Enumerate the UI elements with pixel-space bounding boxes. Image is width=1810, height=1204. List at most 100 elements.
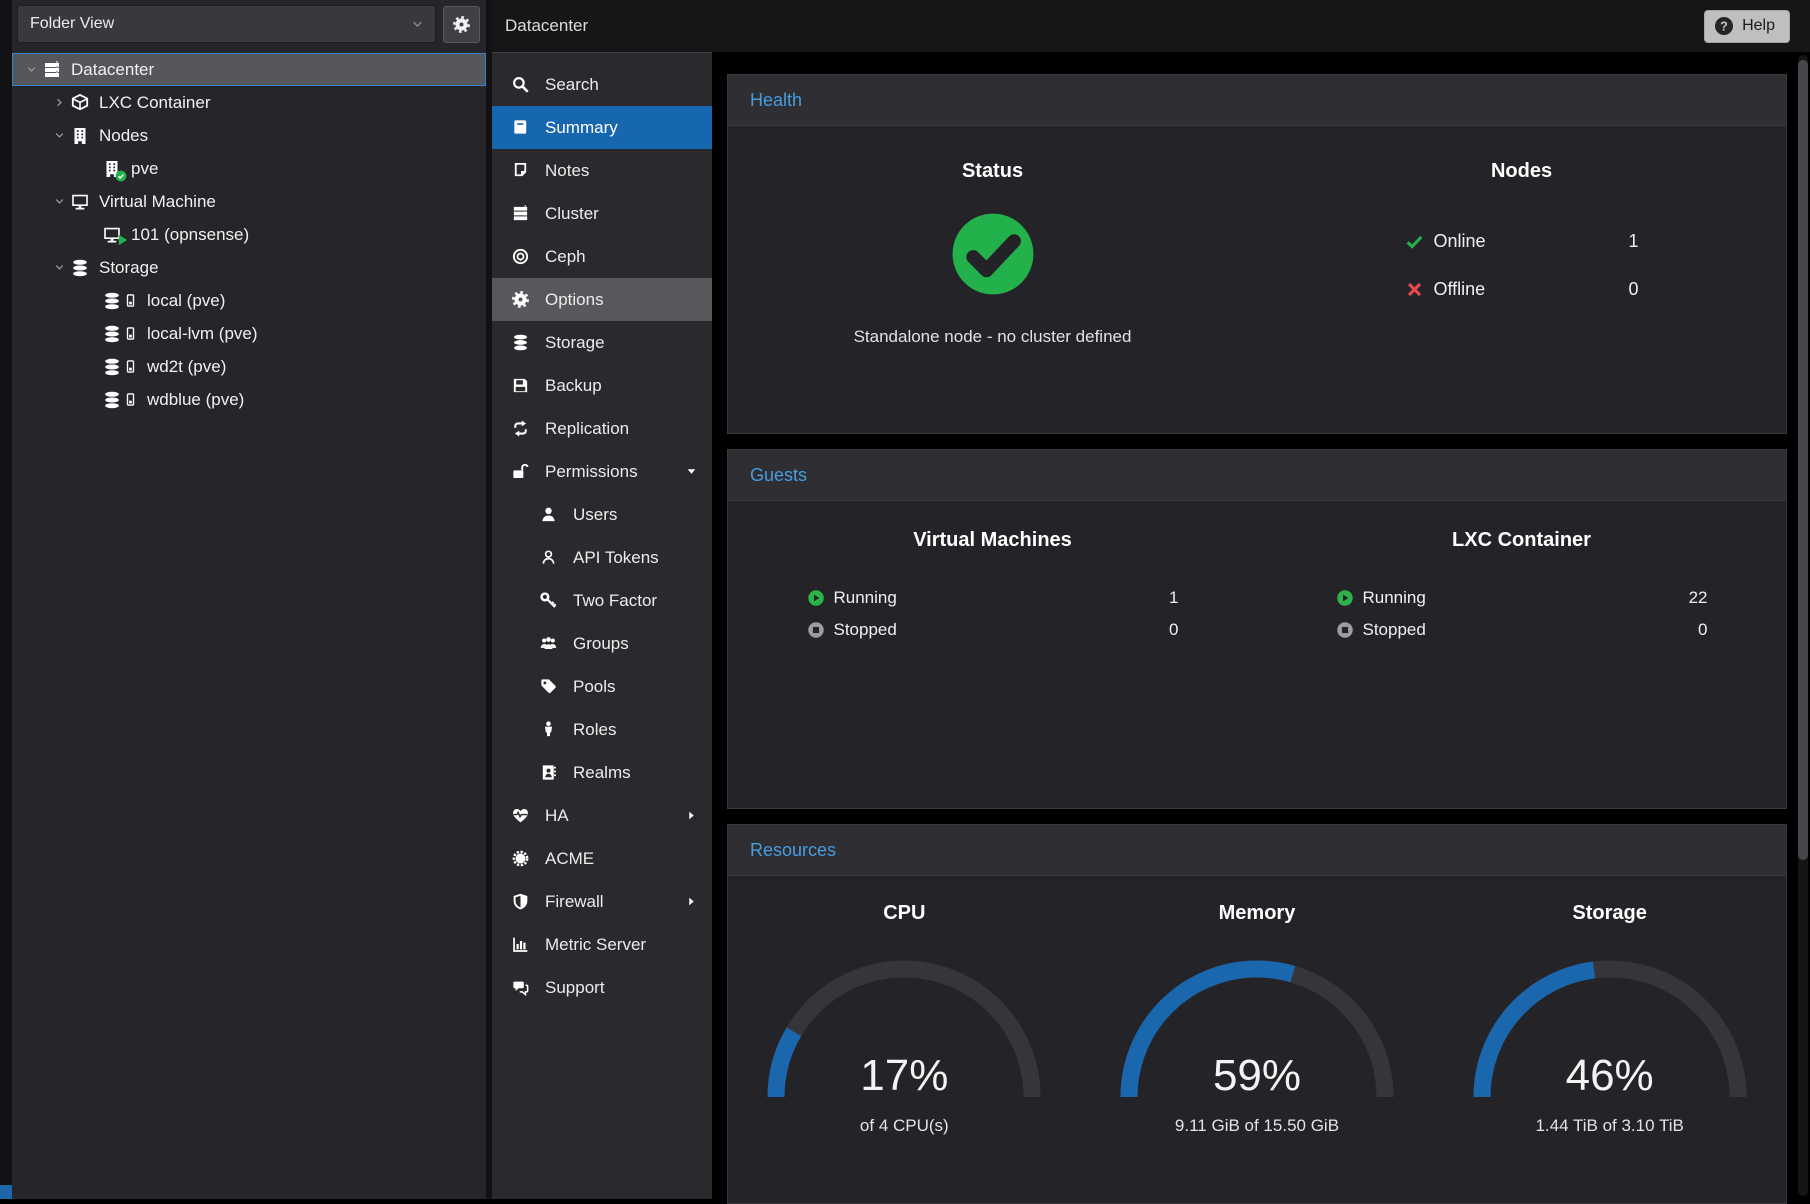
nav-item-groups[interactable]: Groups <box>492 622 712 665</box>
nav-item-users[interactable]: Users <box>492 493 712 536</box>
health-panel-title: Health <box>750 90 802 111</box>
nav-item-api-tokens[interactable]: API Tokens <box>492 536 712 579</box>
search-icon <box>511 75 530 94</box>
caret-right-icon <box>685 809 698 822</box>
nav-item-backup[interactable]: Backup <box>492 364 712 407</box>
nav-item-ceph[interactable]: Ceph <box>492 235 712 278</box>
storage-drive-icon <box>123 390 138 409</box>
chevron-down-icon <box>410 17 425 32</box>
tree-item-label: local-lvm (pve) <box>147 324 258 344</box>
nav-item-label: Support <box>545 978 698 998</box>
tree-item-nodes[interactable]: Nodes <box>12 119 486 152</box>
floppy-icon <box>511 376 530 395</box>
tree-item-label: Virtual Machine <box>99 192 216 212</box>
view-mode-select[interactable]: Folder View <box>17 5 436 43</box>
tree-item-local-pve[interactable]: local (pve) <box>12 284 486 317</box>
nav-item-support[interactable]: Support <box>492 966 712 1009</box>
nav-item-acme[interactable]: ACME <box>492 837 712 880</box>
resource-gauge-storage: Storage46%1.44 TiB of 3.10 TiB <box>1433 876 1786 1136</box>
gauge-arc: 59% <box>1107 951 1407 1101</box>
server-stack-icon <box>511 204 530 223</box>
tree-item-wdblue-pve[interactable]: wdblue (pve) <box>12 383 486 416</box>
tree-item-pve[interactable]: pve <box>12 152 486 185</box>
guest-row-running: Running22 <box>1336 582 1708 614</box>
chevron-down-icon <box>53 129 66 142</box>
tree-item-label: LXC Container <box>99 93 211 113</box>
nav-item-pools[interactable]: Pools <box>492 665 712 708</box>
expand-caret-icon[interactable] <box>48 96 70 109</box>
building-icon <box>70 126 90 146</box>
tree-item-label: Storage <box>99 258 159 278</box>
scrollbar-thumb[interactable] <box>1798 60 1808 860</box>
database-icon <box>511 333 530 352</box>
resources-panel: Resources CPU17%of 4 CPU(s)Memory59%9.11… <box>727 824 1787 1204</box>
gauge-arc: 17% <box>754 951 1054 1101</box>
nav-item-options[interactable]: Options <box>492 278 712 321</box>
collapse-caret-icon[interactable] <box>20 63 42 76</box>
storage-drive-icon <box>123 291 138 310</box>
nav-item-search[interactable]: Search <box>492 63 712 106</box>
guest-row-label: Stopped <box>834 620 1170 640</box>
guest-row-value: 1 <box>1169 588 1178 608</box>
nav-item-two-factor[interactable]: Two Factor <box>492 579 712 622</box>
nav-item-firewall[interactable]: Firewall <box>492 880 712 923</box>
tree-item-datacenter[interactable]: Datacenter <box>12 53 486 86</box>
collapse-caret-icon[interactable] <box>48 195 70 208</box>
tree-item-virtual-machine[interactable]: Virtual Machine <box>12 185 486 218</box>
view-mode-value: Folder View <box>30 15 410 33</box>
guest-row-label: Running <box>834 588 1170 608</box>
tree-item-storage[interactable]: Storage <box>12 251 486 284</box>
nav-item-label: Two Factor <box>573 591 698 611</box>
tree-settings-button[interactable] <box>443 6 480 43</box>
nav-item-replication[interactable]: Replication <box>492 407 712 450</box>
help-button[interactable]: ? Help <box>1704 10 1790 43</box>
gauge-detail: 1.44 TiB of 3.10 TiB <box>1433 1116 1786 1136</box>
caret-right-icon <box>685 895 698 908</box>
nav-item-label: Options <box>545 290 698 310</box>
tree-item-wd2t-pve[interactable]: wd2t (pve) <box>12 350 486 383</box>
storage-database-icon <box>102 324 122 344</box>
health-panel-body: Status Standalone node - no cluster defi… <box>728 126 1786 347</box>
collapse-caret-icon[interactable] <box>48 129 70 142</box>
nav-item-summary[interactable]: Summary <box>492 106 712 149</box>
guest-rows: Running22Stopped0 <box>1336 582 1708 646</box>
comments-icon <box>511 978 530 997</box>
vertical-scrollbar[interactable] <box>1798 55 1808 1196</box>
nav-item-notes[interactable]: Notes <box>492 149 712 192</box>
monitor-play-icon <box>102 225 122 245</box>
nav-item-cluster[interactable]: Cluster <box>492 192 712 235</box>
main-content: Health Status Standalone node - no clust… <box>712 52 1810 1199</box>
tree-item-local-lvm-pve[interactable]: local-lvm (pve) <box>12 317 486 350</box>
shield-icon <box>511 892 530 911</box>
offline-x-icon <box>1405 280 1424 299</box>
nav-item-label: Replication <box>545 419 698 439</box>
resource-gauge-cpu: CPU17%of 4 CPU(s) <box>728 876 1081 1136</box>
nav-item-storage[interactable]: Storage <box>492 321 712 364</box>
cube-icon <box>70 93 90 113</box>
gauge-percent: 59% <box>1107 1051 1407 1101</box>
nav-item-ha[interactable]: HA <box>492 794 712 837</box>
nav-item-roles[interactable]: Roles <box>492 708 712 751</box>
tree-item-lxc-container[interactable]: LXC Container <box>12 86 486 119</box>
key-icon <box>539 591 558 610</box>
tree-item-101-opnsense[interactable]: 101 (opnsense) <box>12 218 486 251</box>
database-icon <box>70 258 90 278</box>
nav-item-label: Cluster <box>545 204 698 224</box>
collapse-caret-icon[interactable] <box>48 261 70 274</box>
storage-drive-icon <box>123 357 138 376</box>
cluster-status-column: Status Standalone node - no cluster defi… <box>728 126 1257 347</box>
nav-item-metric-server[interactable]: Metric Server <box>492 923 712 966</box>
nav-item-permissions[interactable]: Permissions <box>492 450 712 493</box>
tree-item-label: wd2t (pve) <box>147 357 226 377</box>
nodes-status-column: Nodes Online1Offline0 <box>1257 126 1786 347</box>
submenu-expanded-caret-icon <box>685 465 698 478</box>
tree-item-label: local (pve) <box>147 291 225 311</box>
book-icon <box>511 118 530 137</box>
building-check-icon <box>102 159 122 179</box>
resources-panel-title: Resources <box>750 840 836 861</box>
bar-chart-icon <box>511 935 530 954</box>
nav-item-realms[interactable]: Realms <box>492 751 712 794</box>
refresh-icon <box>511 419 530 438</box>
tree-item-label: Datacenter <box>71 60 154 80</box>
nav-item-label: Storage <box>545 333 698 353</box>
